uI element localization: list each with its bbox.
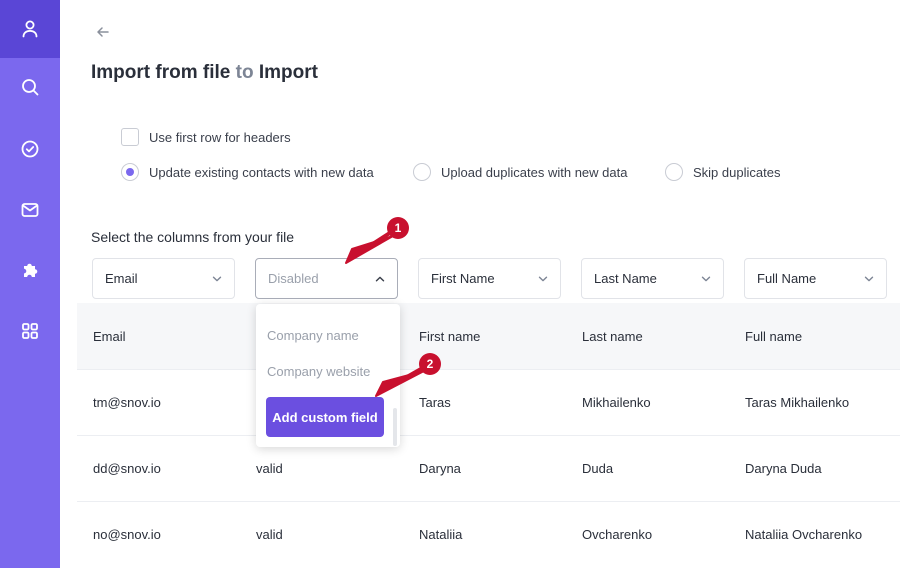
arrow-left-icon bbox=[97, 27, 109, 37]
select-value: Email bbox=[105, 271, 138, 286]
column-select-3[interactable]: First Name bbox=[418, 258, 561, 299]
chevron-down-icon bbox=[538, 274, 548, 284]
grid-icon bbox=[22, 323, 38, 339]
sidebar-item-verify[interactable] bbox=[0, 120, 60, 178]
table-cell: Taras Mikhailenko bbox=[745, 395, 850, 410]
mail-icon bbox=[21, 203, 39, 217]
sidebar-item-search[interactable] bbox=[0, 58, 60, 116]
table-cell: tm@snov.io bbox=[93, 395, 161, 410]
radio-button[interactable] bbox=[665, 163, 683, 181]
sidebar-item-apps[interactable] bbox=[0, 302, 60, 360]
radio-button[interactable] bbox=[413, 163, 431, 181]
first-row-headers-label: Use first row for headers bbox=[149, 129, 291, 145]
table-cell: Nataliia Ovcharenko bbox=[745, 527, 863, 542]
puzzle-icon bbox=[24, 263, 38, 277]
table-row: tm@snov.io Taras Mikhailenko Taras Mikha… bbox=[77, 370, 900, 436]
chevron-down-icon bbox=[212, 274, 222, 284]
page-title: Import from file to Import bbox=[91, 62, 318, 84]
select-value: Disabled bbox=[268, 271, 319, 286]
radio-label: Skip duplicates bbox=[693, 164, 781, 180]
sidebar-item-campaigns[interactable] bbox=[0, 181, 60, 239]
table-cell: valid bbox=[256, 527, 283, 542]
table-header-cell: Full name bbox=[745, 329, 803, 344]
callout-badge-1: 1 bbox=[387, 217, 409, 239]
radio-upload-duplicates[interactable]: Upload duplicates with new data bbox=[413, 163, 627, 181]
table-row: dd@snov.io valid Daryna Duda Daryna Duda bbox=[77, 436, 900, 502]
column-dropdown-menu: Company name Company website Add custom … bbox=[256, 304, 400, 447]
main-content: Import from file to Import Use first row… bbox=[60, 0, 900, 568]
chevron-up-icon bbox=[375, 274, 385, 284]
table-cell: Daryna bbox=[419, 461, 461, 476]
table-header-row: Email First name Last name Full name bbox=[77, 303, 900, 370]
columns-section-label: Select the columns from your file bbox=[91, 229, 295, 245]
select-value: First Name bbox=[431, 271, 495, 286]
dropdown-item-company-name[interactable]: Company name bbox=[267, 328, 359, 343]
title-suffix: Import bbox=[258, 62, 318, 83]
radio-button[interactable] bbox=[121, 163, 139, 181]
table-cell: Nataliia bbox=[419, 527, 463, 542]
table-header-cell: First name bbox=[419, 329, 481, 344]
search-icon bbox=[22, 79, 39, 96]
chevron-down-icon bbox=[864, 274, 874, 284]
column-select-2[interactable]: Disabled bbox=[255, 258, 398, 299]
table-cell: valid bbox=[256, 461, 283, 476]
user-icon bbox=[22, 20, 38, 38]
radio-skip-duplicates[interactable]: Skip duplicates bbox=[665, 163, 780, 181]
radio-update-existing[interactable]: Update existing contacts with new data bbox=[121, 163, 374, 181]
sidebar bbox=[0, 0, 60, 568]
add-custom-field-button[interactable]: Add custom field bbox=[266, 397, 384, 437]
checkbox-box[interactable] bbox=[121, 128, 139, 146]
table-header-cell: Last name bbox=[582, 329, 643, 344]
table-cell: Daryna Duda bbox=[745, 461, 822, 476]
select-value: Last Name bbox=[594, 271, 657, 286]
table-cell: Taras bbox=[419, 395, 451, 410]
table-header-cell: Email bbox=[93, 329, 126, 344]
table-cell: Duda bbox=[582, 461, 614, 476]
select-value: Full Name bbox=[757, 271, 817, 286]
first-row-headers-checkbox[interactable]: Use first row for headers bbox=[121, 128, 291, 146]
chevron-down-icon bbox=[701, 274, 711, 284]
check-circle-icon bbox=[21, 140, 39, 158]
sidebar-item-integrations[interactable] bbox=[0, 241, 60, 299]
title-prefix: Import from file bbox=[91, 62, 231, 83]
column-select-4[interactable]: Last Name bbox=[581, 258, 724, 299]
table-cell: dd@snov.io bbox=[93, 461, 161, 476]
radio-label: Upload duplicates with new data bbox=[441, 164, 628, 180]
callout-badge-2: 2 bbox=[419, 353, 441, 375]
table-cell: Ovcharenko bbox=[582, 527, 653, 542]
table-cell: no@snov.io bbox=[93, 527, 161, 542]
dropdown-item-company-website[interactable]: Company website bbox=[267, 364, 370, 379]
table-row: no@snov.io valid Nataliia Ovcharenko Nat… bbox=[77, 502, 900, 568]
column-select-5[interactable]: Full Name bbox=[744, 258, 887, 299]
dropdown-scrollbar[interactable] bbox=[393, 408, 397, 446]
sidebar-item-contacts[interactable] bbox=[0, 0, 60, 58]
column-select-1[interactable]: Email bbox=[92, 258, 235, 299]
radio-label: Update existing contacts with new data bbox=[149, 164, 374, 180]
title-connector: to bbox=[235, 62, 254, 83]
back-button[interactable] bbox=[93, 22, 113, 42]
table-cell: Mikhailenko bbox=[582, 395, 651, 410]
